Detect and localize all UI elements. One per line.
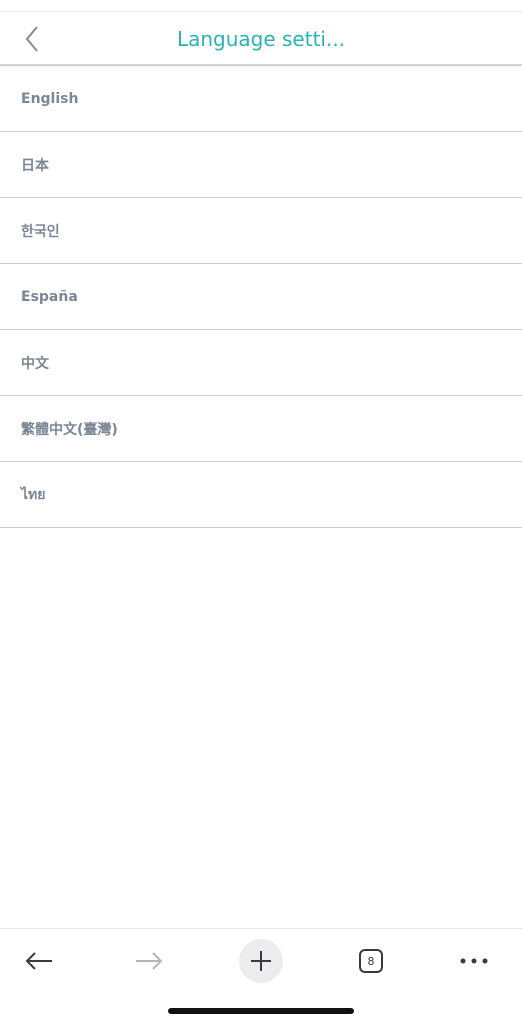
more-icon xyxy=(460,958,488,964)
tab-count: 8 xyxy=(367,954,375,968)
language-list: English 日本 한국인 España 中文 繁體中文(臺灣) ไทย xyxy=(0,66,522,528)
language-item-spanish[interactable]: España xyxy=(0,264,522,330)
language-item-chinese-traditional[interactable]: 繁體中文(臺灣) xyxy=(0,396,522,462)
forward-arrow-icon xyxy=(136,952,163,970)
plus-icon xyxy=(251,951,271,971)
language-item-korean[interactable]: 한국인 xyxy=(0,198,522,264)
tabs-button[interactable]: 8 xyxy=(347,937,395,985)
language-label: English xyxy=(21,90,79,107)
back-button[interactable] xyxy=(16,24,48,54)
language-label: 日本 xyxy=(21,157,49,174)
plus-circle xyxy=(239,939,283,983)
language-item-japanese[interactable]: 日本 xyxy=(0,132,522,198)
new-tab-button[interactable] xyxy=(237,937,285,985)
tabs-icon: 8 xyxy=(359,949,383,973)
chevron-left-icon xyxy=(25,26,38,52)
more-button[interactable] xyxy=(450,937,498,985)
page-title: Language setti... xyxy=(176,27,346,51)
language-label: 中文 xyxy=(21,355,49,372)
forward-nav-button[interactable] xyxy=(125,937,173,985)
header-bar: Language setti... xyxy=(0,12,522,66)
language-label: España xyxy=(21,288,78,305)
home-indicator[interactable] xyxy=(168,1008,354,1014)
language-label: 繁體中文(臺灣) xyxy=(21,421,118,438)
language-item-thai[interactable]: ไทย xyxy=(0,462,522,528)
top-strip xyxy=(0,0,522,12)
language-item-english[interactable]: English xyxy=(0,66,522,132)
back-arrow-icon xyxy=(25,952,52,970)
back-nav-button[interactable] xyxy=(15,937,63,985)
language-label: 한국인 xyxy=(21,223,60,240)
language-label: ไทย xyxy=(21,486,46,503)
language-item-chinese-simplified[interactable]: 中文 xyxy=(0,330,522,396)
